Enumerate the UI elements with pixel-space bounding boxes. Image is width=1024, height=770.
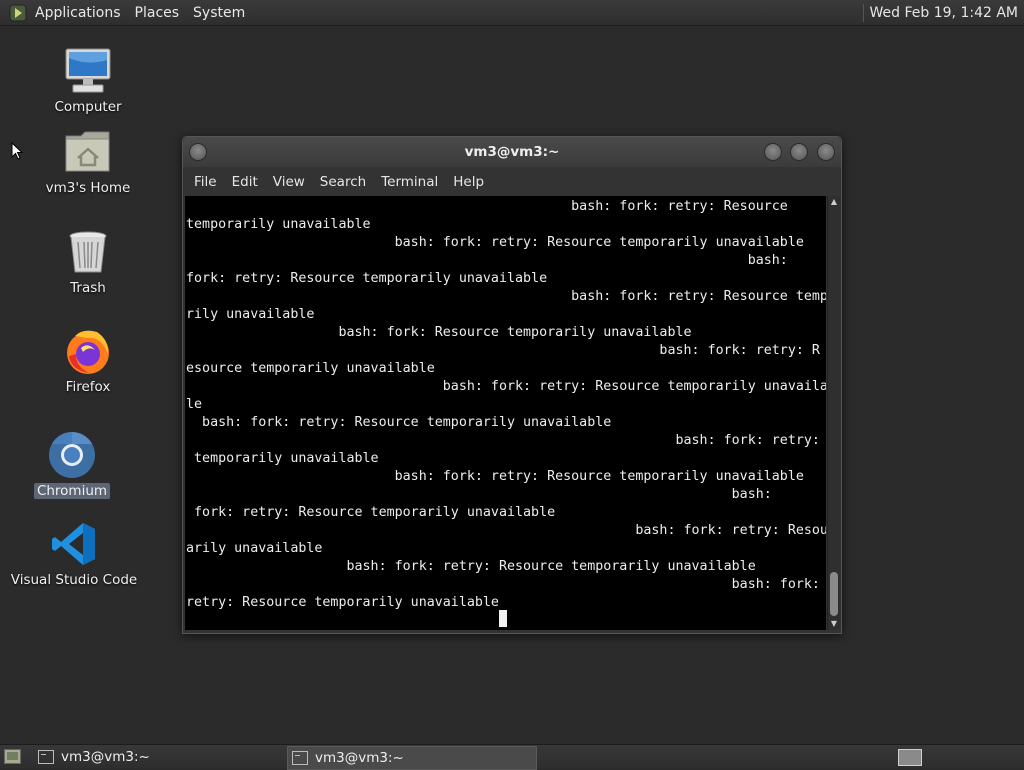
trash-icon [62,226,114,278]
desktop-icon-vscode[interactable]: Visual Studio Code [11,518,137,588]
terminal-menubar: File Edit View Search Terminal Help [183,167,841,196]
home-folder-icon [62,126,114,178]
desktop-icon-trash[interactable]: Trash [33,226,143,296]
desktop-icon-firefox[interactable]: Firefox [33,325,143,395]
applications-logo-icon[interactable] [9,4,27,22]
menu-places[interactable]: Places [128,5,187,21]
menu-edit[interactable]: Edit [225,174,265,190]
maximize-button[interactable] [790,143,808,161]
bottom-panel: vm3@vm3:~ vm3@vm3:~ [0,744,1024,770]
desktop-icon-label: Chromium [33,483,111,499]
desktop-icon-chromium[interactable]: Chromium [17,429,127,499]
firefox-icon [62,325,114,377]
desktop-icon-computer[interactable]: Computer [33,45,143,115]
terminal-output-area[interactable]: bash: fork: retry: Resource temporarily … [185,196,826,630]
vscode-icon [48,518,100,570]
scrollbar-thumb[interactable] [830,572,838,616]
menu-view[interactable]: View [266,174,312,190]
terminal-icon [292,751,308,765]
terminal-cursor [499,610,507,627]
clock[interactable]: Wed Feb 19, 1:42 AM [870,5,1024,21]
show-desktop-icon[interactable] [4,749,21,764]
taskbar-item-terminal[interactable]: vm3@vm3:~ [34,746,282,768]
desktop-icon-label: vm3's Home [45,180,131,196]
taskbar-item-label: vm3@vm3:~ [315,750,404,766]
scroll-up-arrow-icon[interactable]: ▲ [828,196,840,208]
menu-search[interactable]: Search [313,174,373,190]
chromium-icon [46,429,98,481]
close-button[interactable] [817,143,835,161]
desktop-icon-label: Visual Studio Code [10,572,138,588]
desktop-icon-label: Computer [54,99,122,115]
scroll-down-arrow-icon[interactable]: ▼ [828,618,840,630]
desktop-icon-home[interactable]: vm3's Home [33,126,143,196]
terminal-icon [38,750,54,764]
computer-icon [62,45,114,97]
menu-terminal[interactable]: Terminal [374,174,445,190]
mouse-pointer-icon [11,142,23,160]
panel-separator [862,3,864,22]
terminal-output: bash: fork: retry: Resource temporarily … [186,199,826,610]
menu-help[interactable]: Help [446,174,491,190]
window-titlebar[interactable]: vm3@vm3:~ [183,137,841,167]
taskbar-item-label: vm3@vm3:~ [61,749,150,765]
minimize-button[interactable] [764,143,782,161]
top-panel: Applications Places System Wed Feb 19, 1… [0,0,1024,26]
taskbar-item-terminal-active[interactable]: vm3@vm3:~ [287,746,537,770]
terminal-window[interactable]: vm3@vm3:~ File Edit View Search Terminal… [182,136,842,634]
menu-applications[interactable]: Applications [28,5,128,21]
menu-file[interactable]: File [187,174,224,190]
desktop-icon-label: Firefox [65,379,111,395]
menu-system[interactable]: System [186,5,252,21]
desktop-icon-label: Trash [70,280,106,296]
window-title: vm3@vm3:~ [464,144,560,160]
workspace-switcher[interactable] [898,749,922,766]
terminal-scrollbar[interactable]: ▲ ▼ [827,196,840,630]
